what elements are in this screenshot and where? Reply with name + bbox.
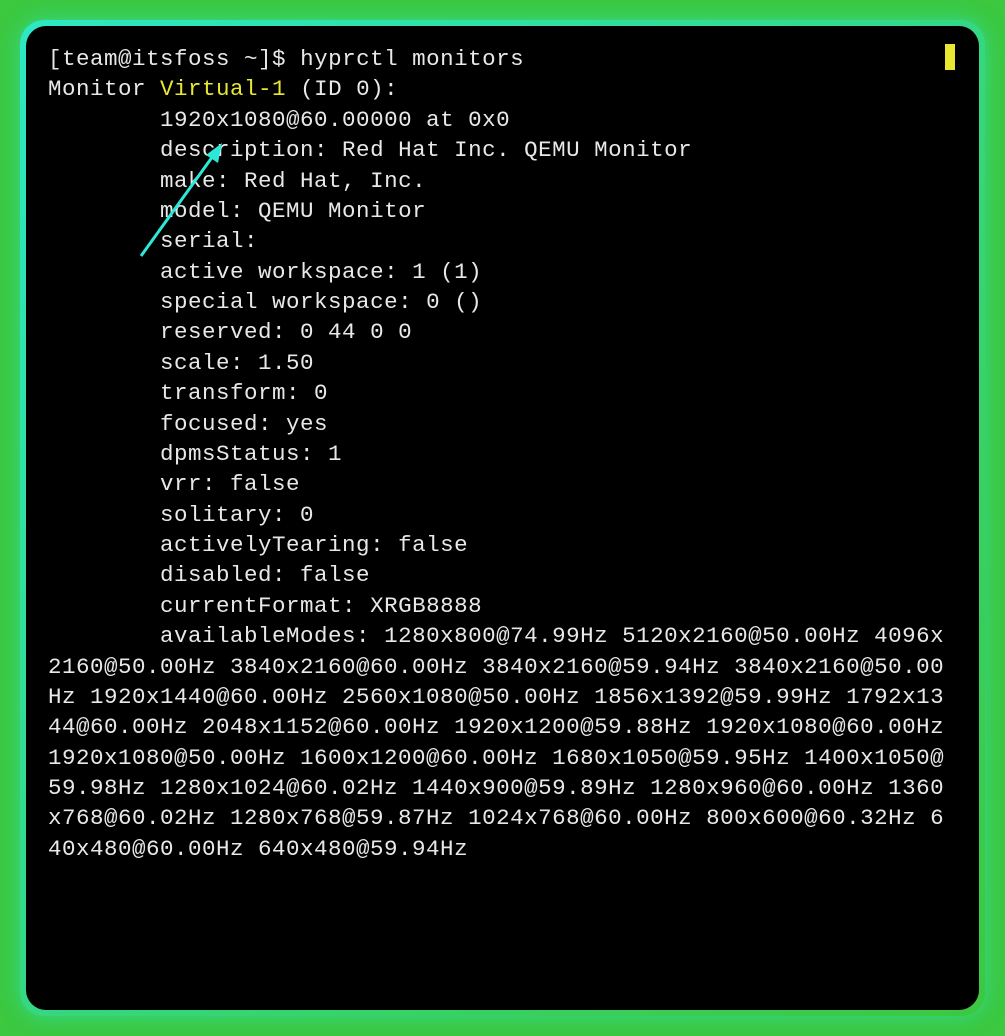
monitor-dpms-status: dpmsStatus: 1 bbox=[160, 441, 342, 467]
monitor-serial: serial: bbox=[160, 228, 258, 254]
monitor-scale: scale: 1.50 bbox=[160, 350, 314, 376]
monitor-description: description: Red Hat Inc. QEMU Monitor bbox=[160, 137, 692, 163]
monitor-vrr: vrr: false bbox=[160, 471, 300, 497]
terminal-window[interactable]: [team@itsfoss ~]$ hyprctl monitors Monit… bbox=[26, 26, 979, 1010]
monitor-disabled: disabled: false bbox=[160, 562, 370, 588]
monitor-reserved: reserved: 0 44 0 0 bbox=[160, 319, 412, 345]
monitor-model: model: QEMU Monitor bbox=[160, 198, 426, 224]
monitor-available-modes: availableModes: 1280x800@74.99Hz 5120x21… bbox=[48, 623, 958, 862]
monitor-make: make: Red Hat, Inc. bbox=[160, 168, 426, 194]
command-text: hyprctl monitors bbox=[300, 46, 524, 72]
shell-prompt: [team@itsfoss ~]$ hyprctl monitors bbox=[48, 46, 524, 72]
monitor-name-highlight: Virtual-1 bbox=[160, 76, 286, 102]
monitor-special-workspace: special workspace: 0 () bbox=[160, 289, 482, 315]
terminal-output: [team@itsfoss ~]$ hyprctl monitors Monit… bbox=[48, 44, 957, 864]
monitor-active-workspace: active workspace: 1 (1) bbox=[160, 259, 482, 285]
monitor-actively-tearing: activelyTearing: false bbox=[160, 532, 468, 558]
terminal-window-border: [team@itsfoss ~]$ hyprctl monitors Monit… bbox=[20, 20, 985, 1016]
monitor-solitary: solitary: 0 bbox=[160, 502, 314, 528]
monitor-focused: focused: yes bbox=[160, 411, 328, 437]
monitor-transform: transform: 0 bbox=[160, 380, 328, 406]
monitor-header: Monitor Virtual-1 (ID 0): bbox=[48, 76, 398, 102]
terminal-cursor bbox=[945, 44, 955, 70]
monitor-resolution: 1920x1080@60.00000 at 0x0 bbox=[160, 107, 510, 133]
monitor-current-format: currentFormat: XRGB8888 bbox=[160, 593, 482, 619]
